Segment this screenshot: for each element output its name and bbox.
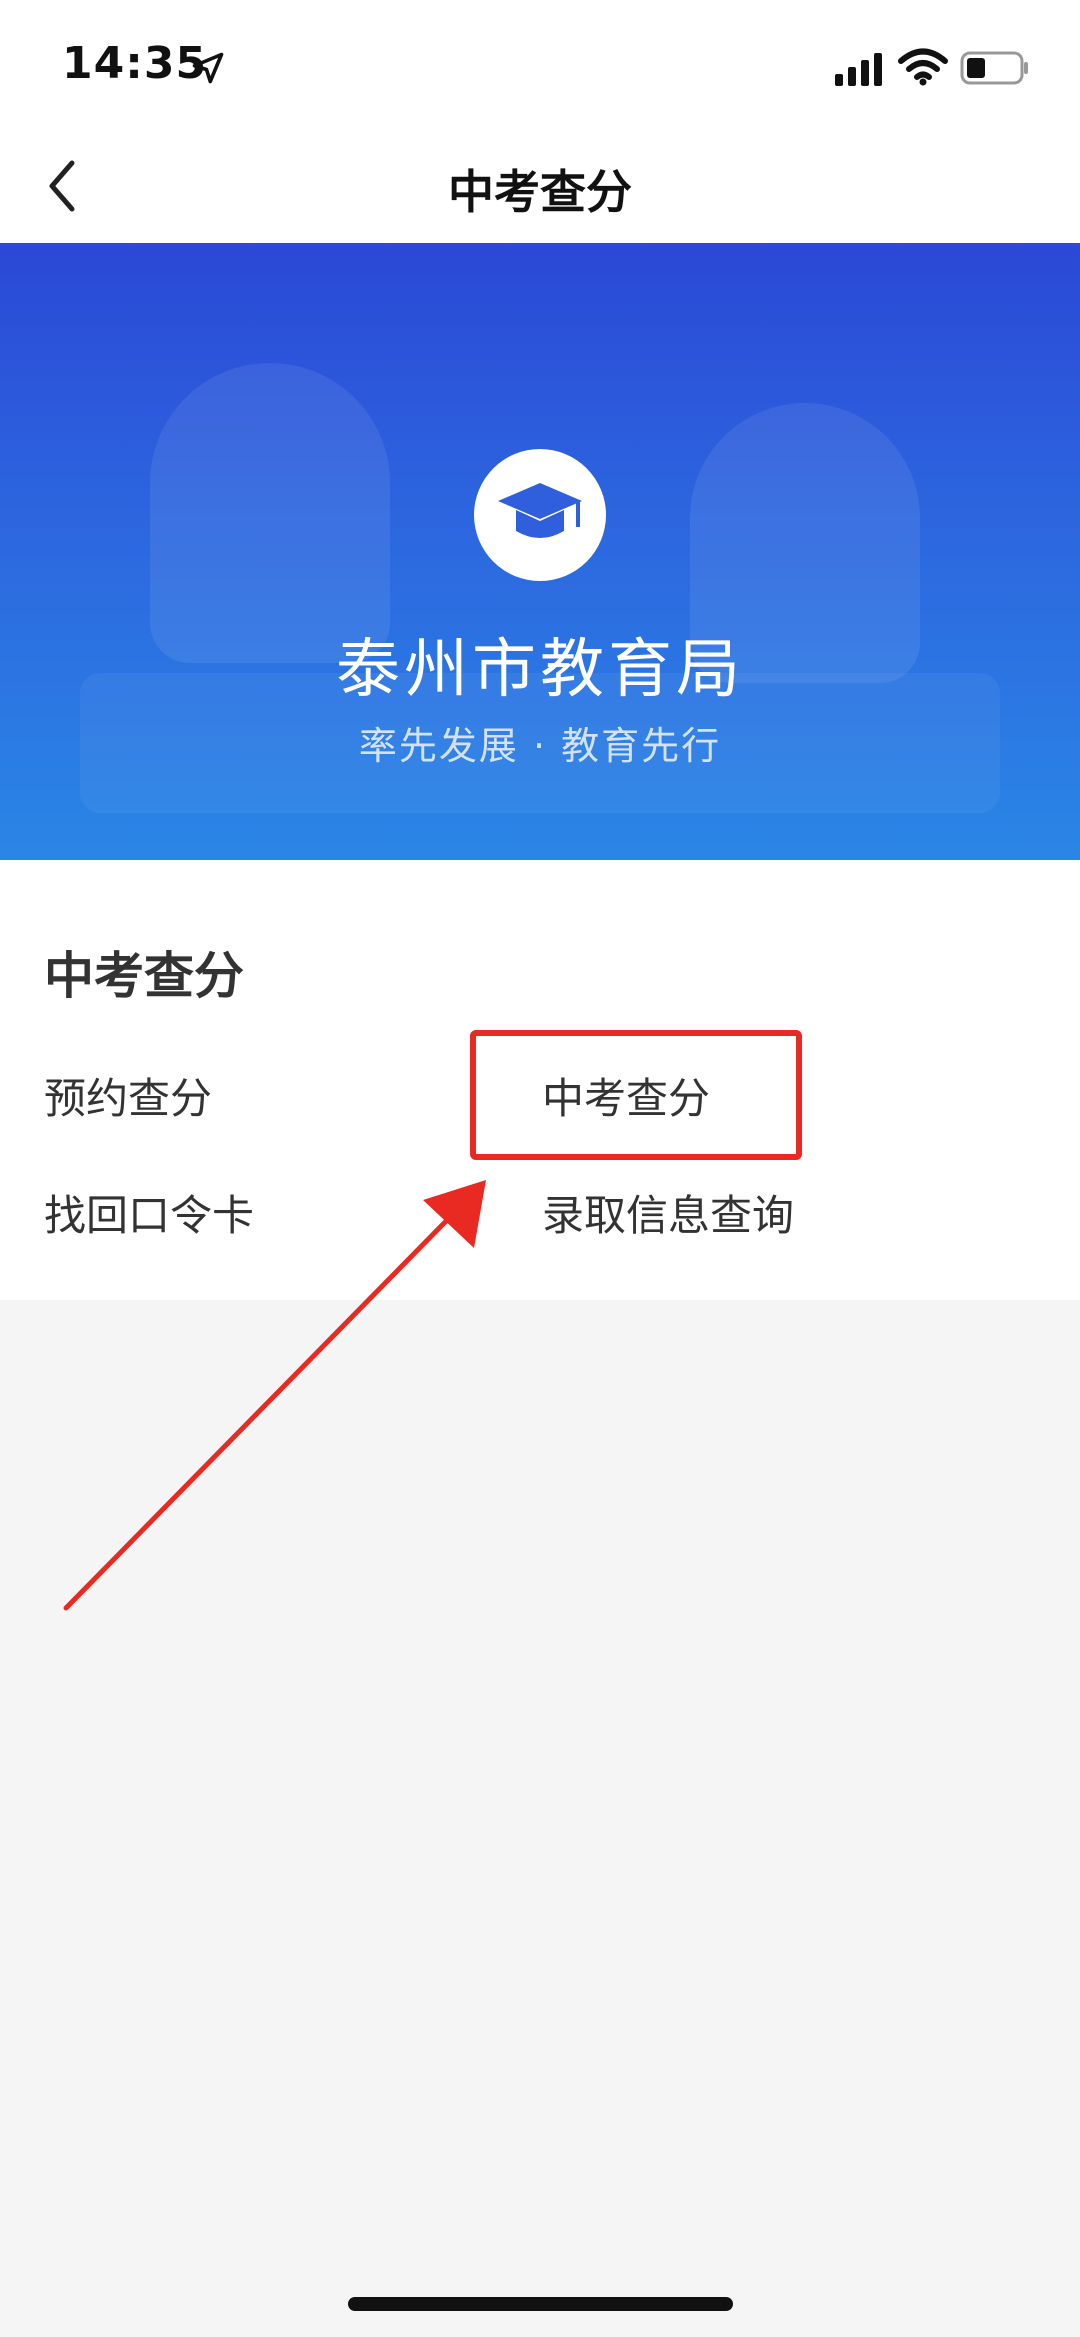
page-title: 中考查分 [448,165,632,219]
banner: 泰州市教育局 率先发展 · 教育先行 [0,243,1080,860]
battery-icon [960,51,1028,85]
annotation-arrow-icon [63,1180,486,1611]
wifi-icon [898,48,948,86]
banner-title: 泰州市教育局 [336,633,744,707]
menu-item-appointment[interactable]: 预约查分 [44,1065,212,1126]
annotation-highlight-box [470,1030,802,1160]
signal-icon [835,53,882,86]
location-arrow-icon [192,52,224,84]
section-title: 中考查分 [44,947,244,1005]
nav-bar: 中考查分 [0,130,1080,243]
status-bar: 14:35 [0,0,1080,130]
menu-item-admission-query[interactable]: 录取信息查询 [542,1182,794,1243]
logo [474,449,606,581]
banner-slogan: 率先发展 · 教育先行 [358,724,722,768]
home-indicator [348,2297,733,2311]
status-time: 14:35 [62,38,208,89]
graduation-cap-icon [498,483,582,538]
